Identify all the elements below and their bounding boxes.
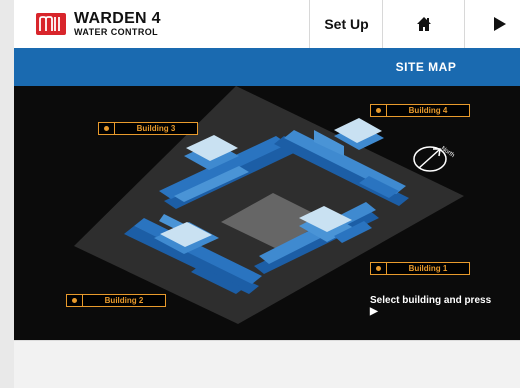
brand-subtitle: WATER CONTROL bbox=[74, 27, 159, 37]
setup-button[interactable]: Set Up bbox=[309, 0, 383, 48]
page-title: SITE MAP bbox=[395, 60, 457, 74]
bottom-area bbox=[14, 340, 520, 388]
selection-hint: Select building and press ▶ bbox=[370, 295, 492, 317]
north-compass-icon: North bbox=[413, 146, 455, 172]
bullet-icon bbox=[72, 298, 77, 303]
site-map: North Building 4 Building 3 Building 1 B… bbox=[14, 86, 520, 340]
top-bar: WARDEN 4 WATER CONTROL Set Up bbox=[14, 0, 520, 49]
building-2-label[interactable]: Building 2 bbox=[66, 294, 166, 307]
bullet-icon bbox=[376, 266, 381, 271]
play-icon bbox=[494, 17, 506, 31]
building-1-label[interactable]: Building 1 bbox=[370, 262, 470, 275]
home-icon bbox=[417, 17, 431, 31]
building-3-label[interactable]: Building 3 bbox=[98, 122, 198, 135]
brand-logo bbox=[36, 13, 66, 35]
bullet-icon bbox=[376, 108, 381, 113]
play-button[interactable] bbox=[464, 0, 520, 48]
building-4-label[interactable]: Building 4 bbox=[370, 104, 470, 117]
bullet-icon bbox=[104, 126, 109, 131]
title-bar: SITE MAP bbox=[14, 48, 520, 86]
logo-mark-icon bbox=[39, 16, 60, 31]
brand-title: WARDEN 4 bbox=[74, 10, 161, 27]
home-button[interactable] bbox=[382, 0, 465, 48]
compass-label: North bbox=[440, 146, 455, 159]
setup-label: Set Up bbox=[324, 16, 369, 32]
